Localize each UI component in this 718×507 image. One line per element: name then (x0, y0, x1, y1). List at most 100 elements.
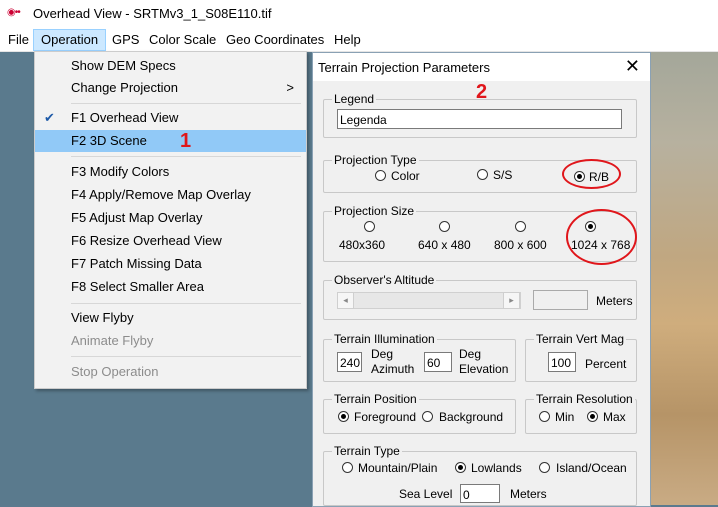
menu-item-select-smaller-area[interactable]: F8 Select Smaller Area (35, 276, 306, 298)
radio-min-label: Min (555, 410, 575, 424)
menu-item-adjust-map-overlay[interactable]: F5 Adjust Map Overlay (35, 207, 306, 229)
menu-item-label: F7 Patch Missing Data (71, 256, 202, 271)
highlight-circle-rb (562, 159, 621, 189)
menu-item-overhead-view[interactable]: ✔ F1 Overhead View (35, 107, 306, 129)
radio-mountain-plain[interactable] (342, 462, 353, 473)
menu-item-label: F1 Overhead View (71, 110, 179, 125)
operation-menu: Show DEM Specs Change Projection > ✔ F1 Ov… (34, 51, 307, 389)
radio-lowlands-label: Lowlands (471, 461, 522, 475)
radio-color[interactable] (375, 170, 386, 181)
elevation-label: Elevation (459, 362, 509, 376)
window-title: Overhead View - SRTMv3_1_S08E110.tif (33, 6, 272, 21)
annotation-number-2: 2 (476, 81, 488, 103)
legend-input[interactable]: Legenda (337, 109, 622, 129)
menubar: File Operation GPS Color Scale Geo Coord… (0, 28, 718, 52)
sea-level-label: Sea Level (399, 487, 453, 501)
radio-ss[interactable] (477, 169, 488, 180)
menu-help[interactable]: Help (327, 30, 368, 50)
dialog-title: Terrain Projection Parameters (318, 60, 490, 75)
radio-foreground-label: Foreground (354, 410, 417, 424)
radio-background-label: Background (439, 410, 504, 424)
menu-item-label: Change Projection (71, 80, 178, 95)
radio-foreground[interactable] (338, 411, 349, 422)
dialog-titlebar: Terrain Projection Parameters ✕ (313, 53, 650, 81)
altitude-scrollbar[interactable] (337, 292, 521, 309)
radio-480x360-label: 480x360 (339, 238, 386, 252)
azimuth-unit-deg: Deg (371, 347, 394, 361)
projection-size-label: Projection Size (334, 204, 415, 218)
close-icon[interactable]: ✕ (625, 56, 640, 77)
sea-level-input[interactable]: 0 (460, 484, 500, 503)
scroll-left-icon[interactable]: ◂ (337, 292, 354, 309)
menu-item-label: Show DEM Specs (71, 58, 176, 73)
menu-item-label: F6 Resize Overhead View (71, 233, 222, 248)
terrain-illumination-label: Terrain Illumination (334, 332, 435, 346)
window-titlebar: ◉•• Overhead View - SRTMv3_1_S08E110.tif (0, 0, 718, 28)
menu-color-scale[interactable]: Color Scale (142, 30, 223, 50)
menu-geo-coordinates[interactable]: Geo Coordinates (219, 30, 331, 50)
menu-gps[interactable]: GPS (105, 30, 146, 50)
menu-item-3d-scene[interactable]: F2 3D Scene (35, 130, 306, 152)
menu-item-label: Animate Flyby (71, 333, 154, 348)
submenu-arrow-icon: > (286, 80, 294, 95)
menu-item-patch-missing-data[interactable]: F7 Patch Missing Data (35, 253, 306, 275)
altitude-input[interactable] (533, 290, 588, 310)
menu-item-apply-remove-map-overlay[interactable]: F4 Apply/Remove Map Overlay (35, 184, 306, 206)
vert-mag-input[interactable]: 100 (548, 352, 576, 372)
scroll-right-icon[interactable]: ▸ (503, 292, 520, 309)
menu-separator (71, 356, 301, 357)
highlight-circle-1024 (566, 209, 637, 265)
radio-background[interactable] (422, 411, 433, 422)
projection-type-label: Projection Type (334, 153, 417, 167)
menu-file[interactable]: File (1, 30, 36, 50)
radio-mountain-plain-label: Mountain/Plain (358, 461, 438, 475)
checkmark-icon: ✔ (44, 110, 55, 125)
menu-item-label: F8 Select Smaller Area (71, 279, 204, 294)
menu-separator (71, 156, 301, 157)
radio-640x480-label: 640 x 480 (418, 238, 471, 252)
radio-island-ocean[interactable] (539, 462, 550, 473)
radio-480x360[interactable] (364, 221, 375, 232)
menu-item-label: F3 Modify Colors (71, 164, 170, 179)
terrain-position-label: Terrain Position (334, 392, 417, 406)
radio-lowlands[interactable] (455, 462, 466, 473)
menu-item-stop-operation: Stop Operation (35, 361, 306, 383)
menu-item-change-projection[interactable]: Change Projection > (35, 77, 306, 99)
radio-max[interactable] (587, 411, 598, 422)
radio-800x600-label: 800 x 600 (494, 238, 547, 252)
terrain-resolution-label: Terrain Resolution (536, 392, 633, 406)
radio-ss-label: S/S (493, 168, 513, 182)
terrain-type-label: Terrain Type (334, 444, 400, 458)
menu-item-label: F2 3D Scene (71, 133, 147, 148)
terrain-vert-mag-label: Terrain Vert Mag (536, 332, 625, 346)
menu-item-resize-overhead-view[interactable]: F6 Resize Overhead View (35, 230, 306, 252)
app-icon: ◉•• (7, 7, 21, 18)
azimuth-label: Azimuth (371, 362, 415, 376)
annotation-number-1: 1 (180, 130, 192, 152)
menu-operation[interactable]: Operation (33, 29, 107, 51)
terrain-image (640, 52, 718, 505)
terrain-projection-dialog: Terrain Projection Parameters ✕ Legend L… (312, 52, 651, 507)
menu-item-view-flyby[interactable]: View Flyby (35, 307, 306, 329)
menu-item-modify-colors[interactable]: F3 Modify Colors (35, 161, 306, 183)
menu-separator (71, 103, 301, 104)
menu-item-show-dem-specs[interactable]: Show DEM Specs (35, 55, 306, 77)
elevation-input[interactable]: 60 (424, 352, 452, 372)
legend-group-label: Legend (334, 92, 375, 106)
menu-item-label: View Flyby (71, 310, 134, 325)
radio-800x600[interactable] (515, 221, 526, 232)
azimuth-input[interactable]: 240 (337, 352, 362, 372)
radio-island-ocean-label: Island/Ocean (556, 461, 627, 475)
vert-mag-unit: Percent (585, 357, 627, 371)
menu-item-animate-flyby: Animate Flyby (35, 330, 306, 352)
radio-max-label: Max (603, 410, 626, 424)
radio-color-label: Color (391, 169, 420, 183)
radio-640x480[interactable] (439, 221, 450, 232)
menu-item-label: Stop Operation (71, 364, 159, 379)
elevation-unit-deg: Deg (459, 347, 482, 361)
radio-min[interactable] (539, 411, 550, 422)
altitude-units: Meters (596, 294, 633, 308)
sea-level-unit: Meters (510, 487, 547, 501)
menu-item-label: F4 Apply/Remove Map Overlay (71, 187, 251, 202)
observer-altitude-label: Observer's Altitude (334, 273, 435, 287)
